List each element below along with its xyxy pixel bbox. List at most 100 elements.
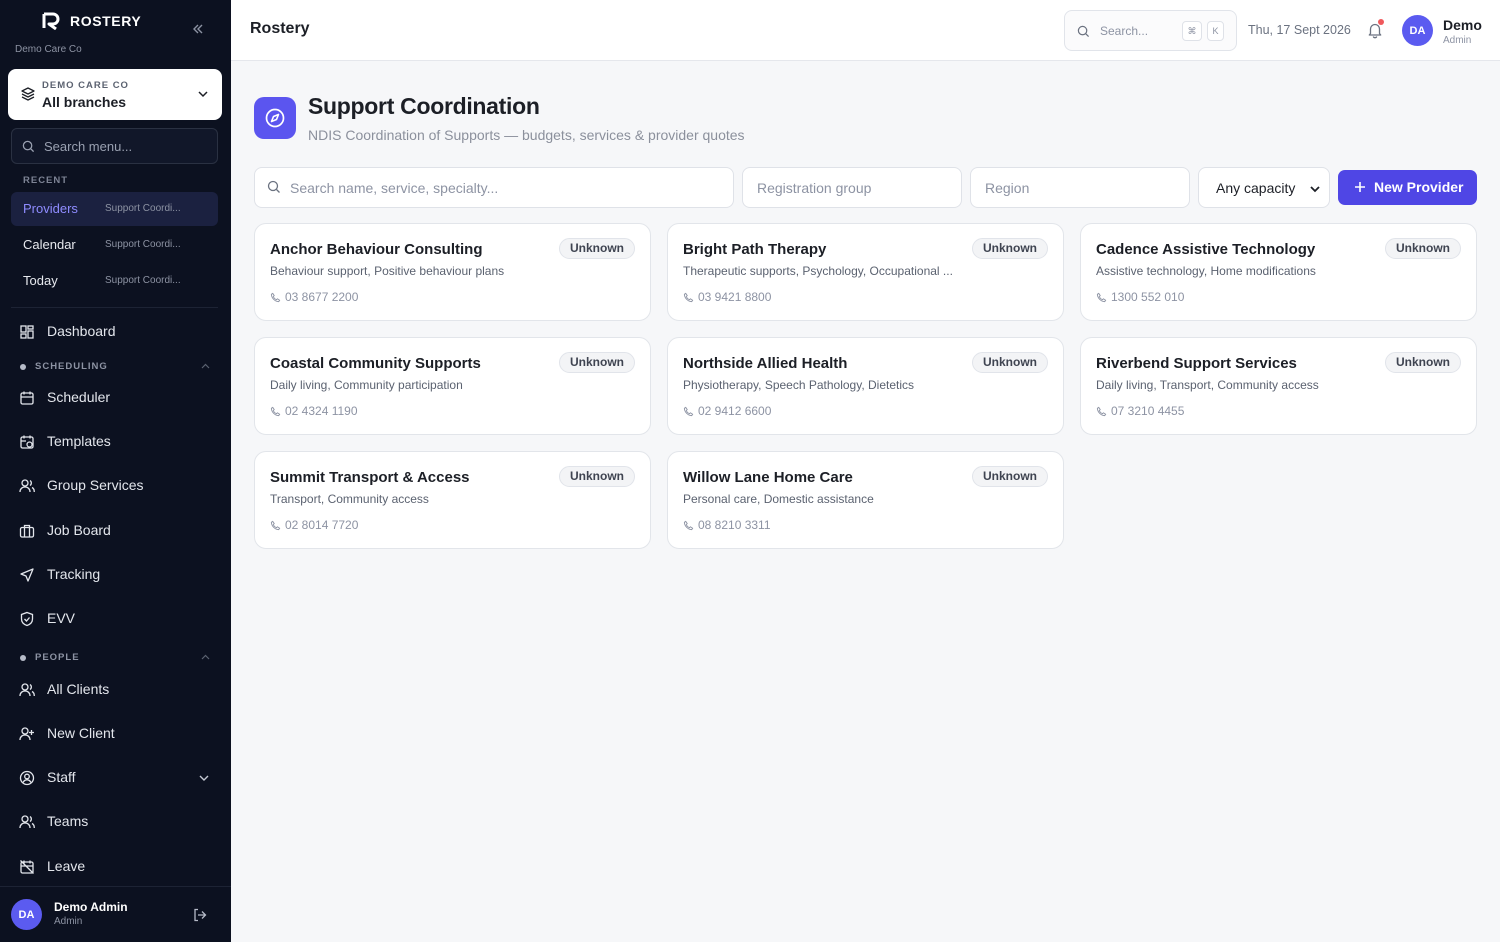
provider-phone[interactable]: 03 9421 8800 [683,290,771,304]
section-people[interactable]: PEOPLE [20,652,80,663]
phone-icon [1096,406,1107,416]
menu-search-input[interactable]: Search menu... [11,128,218,164]
registration-group-placeholder: Registration group [757,180,872,196]
new-provider-button[interactable]: New Provider [1338,170,1477,205]
provider-phone-number: 02 4324 1190 [285,404,358,418]
provider-services: Therapeutic supports, Psychology, Occupa… [683,264,953,278]
shield-check-icon [20,611,34,627]
provider-card[interactable]: Northside Allied Health Unknown Physiother… [667,337,1064,435]
nav-label: Dashboard [47,323,116,339]
nav-tracking[interactable]: Tracking [11,557,218,593]
topbar: Rostery Search... ⌘ K Thu, 17 Sept 2026 … [231,0,1500,61]
nav-leave[interactable]: Leave [11,849,218,885]
provider-phone-number: 02 8014 7720 [285,518,359,532]
chevron-down-icon [198,91,208,98]
region-input[interactable]: Region [970,167,1190,208]
provider-phone[interactable]: 02 9412 6600 [683,404,771,418]
nav-all-clients[interactable]: All Clients [11,672,218,708]
provider-card[interactable]: Coastal Community Supports Unknown Daily l… [254,337,651,435]
nav-label: EVV [47,610,76,626]
provider-card[interactable]: Summit Transport & Access Unknown Transpor… [254,451,651,549]
chevron-down-icon [1310,186,1320,193]
nav-new-client[interactable]: New Client [11,716,218,752]
provider-services: Behaviour support, Positive behaviour pl… [270,264,505,278]
nav-evv[interactable]: EVV [11,601,218,637]
users-icon [19,683,35,697]
provider-phone[interactable]: 03 8677 2200 [270,290,358,304]
nav-scheduler[interactable]: Scheduler [11,380,218,416]
provider-services: Daily living, Community participation [270,378,463,392]
search-icon [22,140,35,153]
provider-search-input[interactable]: Search name, service, specialty... [254,167,734,208]
user-name: Demo Admin [54,900,128,914]
new-provider-label: New Provider [1374,179,1464,195]
avatar[interactable]: DA [11,899,42,930]
logout-icon[interactable] [192,907,208,923]
nav-label: Group Services [47,477,144,493]
status-badge: Unknown [1385,238,1461,259]
nav-job-board[interactable]: Job Board [11,513,218,549]
phone-icon [1096,292,1107,302]
provider-phone-number: 08 8210 3311 [698,518,771,532]
provider-name: Riverbend Support Services [1096,355,1297,372]
provider-card[interactable]: Anchor Behaviour Consulting Unknown Behavi… [254,223,651,321]
capacity-select[interactable]: Any capacity [1198,167,1330,208]
recent-label: RECENT [23,175,69,186]
provider-name: Bright Path Therapy [683,241,827,258]
status-badge: Unknown [559,238,635,259]
provider-phone-number: 03 9421 8800 [698,290,772,304]
provider-phone[interactable]: 02 4324 1190 [270,404,358,418]
recent-item-calendar[interactable]: Calendar Support Coordi... [11,228,218,262]
provider-services: Personal care, Domestic assistance [683,492,874,506]
kbd-cmd: ⌘ [1182,21,1202,41]
brand[interactable]: ROSTERY [42,12,141,30]
recent-item-label: Today [23,273,58,288]
org-name: Demo Care Co [15,44,82,55]
branch-org: DEMO CARE CO [42,80,129,91]
avatar[interactable]: DA [1402,15,1433,46]
nav-staff[interactable]: Staff [11,760,218,796]
section-dot-icon [20,363,26,370]
global-search-input[interactable]: Search... ⌘ K [1064,10,1237,51]
recent-item-today[interactable]: Today Support Coordi... [11,264,218,298]
section-dot-icon [20,654,26,661]
provider-phone[interactable]: 08 8210 3311 [683,518,771,532]
section-scheduling[interactable]: SCHEDULING [20,361,108,372]
provider-card[interactable]: Willow Lane Home Care Unknown Personal car… [667,451,1064,549]
nav-label: Leave [47,858,86,874]
nav-group-services[interactable]: Group Services [11,468,218,504]
provider-phone[interactable]: 02 8014 7720 [270,518,358,532]
nav-label: Teams [47,813,89,829]
provider-phone-number: 03 8677 2200 [285,290,359,304]
provider-card[interactable]: Cadence Assistive Technology Unknown Assis… [1080,223,1477,321]
current-date: Thu, 17 Sept 2026 [1248,23,1351,37]
chevron-down-icon [199,775,209,781]
branch-selector[interactable]: DEMO CARE CO All branches [8,69,222,120]
provider-services: Assistive technology, Home modifications [1096,264,1316,278]
divider [11,307,218,308]
provider-name: Cadence Assistive Technology [1096,241,1316,258]
global-search-placeholder: Search... [1100,24,1149,38]
provider-phone[interactable]: 1300 552 010 [1096,290,1184,304]
provider-card[interactable]: Bright Path Therapy Unknown Therapeutic su… [667,223,1064,321]
users-icon [19,815,35,829]
registration-group-input[interactable]: Registration group [742,167,962,208]
calendar-clock-icon [20,435,34,449]
nav-teams[interactable]: Teams [11,804,218,840]
section-label: PEOPLE [35,652,80,663]
nav-dashboard[interactable]: Dashboard [11,314,218,350]
provider-name: Coastal Community Supports [270,355,481,372]
recent-item-providers[interactable]: Providers Support Coordi... [11,192,218,226]
provider-services: Transport, Community access [270,492,429,506]
menu-search-placeholder: Search menu... [44,139,133,154]
section-label: SCHEDULING [35,361,108,372]
provider-card[interactable]: Riverbend Support Services Unknown Daily l… [1080,337,1477,435]
status-badge: Unknown [972,238,1048,259]
recent-item-label: Calendar [23,237,76,252]
chevron-up-icon[interactable] [201,653,210,662]
nav-templates[interactable]: Templates [11,424,218,460]
collapse-sidebar-icon[interactable] [189,20,207,38]
nav-label: All Clients [47,681,110,697]
chevron-up-icon[interactable] [201,362,210,371]
provider-phone[interactable]: 07 3210 4455 [1096,404,1184,418]
